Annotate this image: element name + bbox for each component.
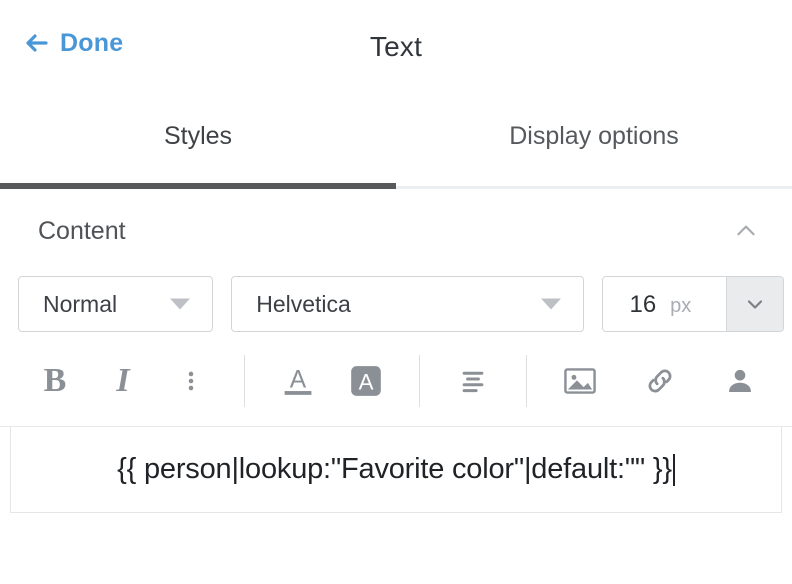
tab-display-options[interactable]: Display options <box>396 100 792 186</box>
text-color-button[interactable]: A <box>271 351 325 411</box>
svg-text:A: A <box>359 369 374 394</box>
font-family-value: Helvetica <box>232 291 351 318</box>
image-icon <box>563 366 597 396</box>
chevron-up-icon[interactable] <box>726 211 766 251</box>
insert-link-button[interactable] <box>633 351 687 411</box>
rich-text-toolbar: B I A A <box>0 335 792 427</box>
tab-bar: Styles Display options <box>0 100 792 189</box>
toolbar-divider <box>526 355 527 407</box>
font-family-select[interactable]: Helvetica <box>231 276 584 332</box>
chevron-down-icon <box>743 292 767 316</box>
font-size-unit: px <box>670 295 691 318</box>
text-format-controls: Normal Helvetica 16 px <box>0 273 792 335</box>
toolbar-divider <box>244 355 245 407</box>
content-section-title: Content <box>38 217 726 246</box>
link-icon <box>644 365 676 397</box>
italic-button[interactable]: I <box>96 351 150 411</box>
font-size-dropdown-button[interactable] <box>726 277 783 331</box>
content-section-header[interactable]: Content <box>0 189 792 273</box>
person-icon <box>725 366 755 396</box>
page-title: Text <box>0 31 792 63</box>
svg-text:A: A <box>290 366 307 393</box>
align-button[interactable] <box>446 351 500 411</box>
text-editor-body[interactable]: {{ person|lookup:"Favorite color"|defaul… <box>10 427 782 513</box>
toolbar-divider <box>419 355 420 407</box>
insert-image-button[interactable] <box>553 351 607 411</box>
editor-content: {{ person|lookup:"Favorite color"|defaul… <box>117 453 672 486</box>
highlight-color-icon: A <box>348 363 384 399</box>
tab-styles[interactable]: Styles <box>0 100 396 186</box>
caret-down-icon <box>541 299 561 310</box>
tab-styles-label: Styles <box>164 122 232 151</box>
paragraph-style-select[interactable]: Normal <box>18 276 213 332</box>
bold-icon: B <box>44 364 67 398</box>
more-options-button[interactable] <box>164 351 218 411</box>
more-options-icon <box>178 368 204 394</box>
text-cursor <box>673 454 675 486</box>
font-size-input[interactable]: 16 px <box>603 277 726 331</box>
italic-icon: I <box>116 364 129 398</box>
text-color-icon: A <box>280 362 316 400</box>
highlight-color-button[interactable]: A <box>339 351 393 411</box>
align-icon <box>458 366 488 396</box>
bold-button[interactable]: B <box>28 351 82 411</box>
font-size-value: 16 <box>629 291 656 319</box>
caret-down-icon <box>170 299 190 310</box>
paragraph-style-value: Normal <box>19 291 117 318</box>
panel-header: Done Text <box>0 0 792 100</box>
insert-personalization-button[interactable] <box>713 351 767 411</box>
font-size-control: 16 px <box>602 276 784 332</box>
tab-display-options-label: Display options <box>509 122 679 151</box>
